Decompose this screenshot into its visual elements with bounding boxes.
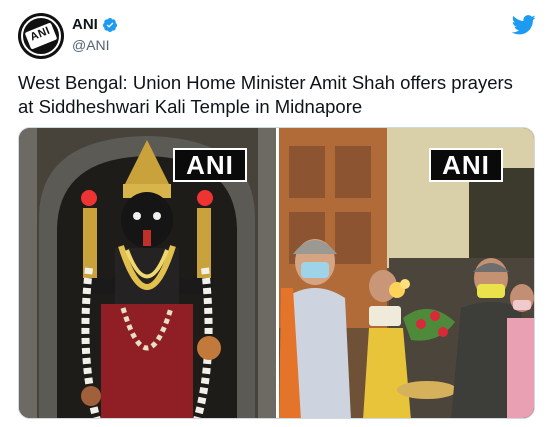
author-name[interactable]: ANI xyxy=(72,16,98,33)
amit-shah-prayer-photo[interactable]: ANI xyxy=(279,128,534,418)
verified-badge-icon xyxy=(102,17,117,32)
kali-idol-photo[interactable]: ANI xyxy=(19,128,276,418)
tweet-media-grid[interactable]: ANI ANI xyxy=(18,127,535,419)
ani-watermark-left: ANI xyxy=(173,148,247,182)
tweet-text: West Bengal: Union Home Minister Amit Sh… xyxy=(18,72,513,117)
ani-watermark-right: ANI xyxy=(429,148,503,182)
twitter-bird-icon[interactable] xyxy=(512,15,536,35)
author-handle[interactable]: @ANI xyxy=(72,37,110,53)
author-name-row: ANI xyxy=(72,16,118,33)
tweet-card: ANI ANI @ANI West Bengal: Union Home Min… xyxy=(0,0,546,427)
avatar[interactable]: ANI xyxy=(18,13,64,59)
